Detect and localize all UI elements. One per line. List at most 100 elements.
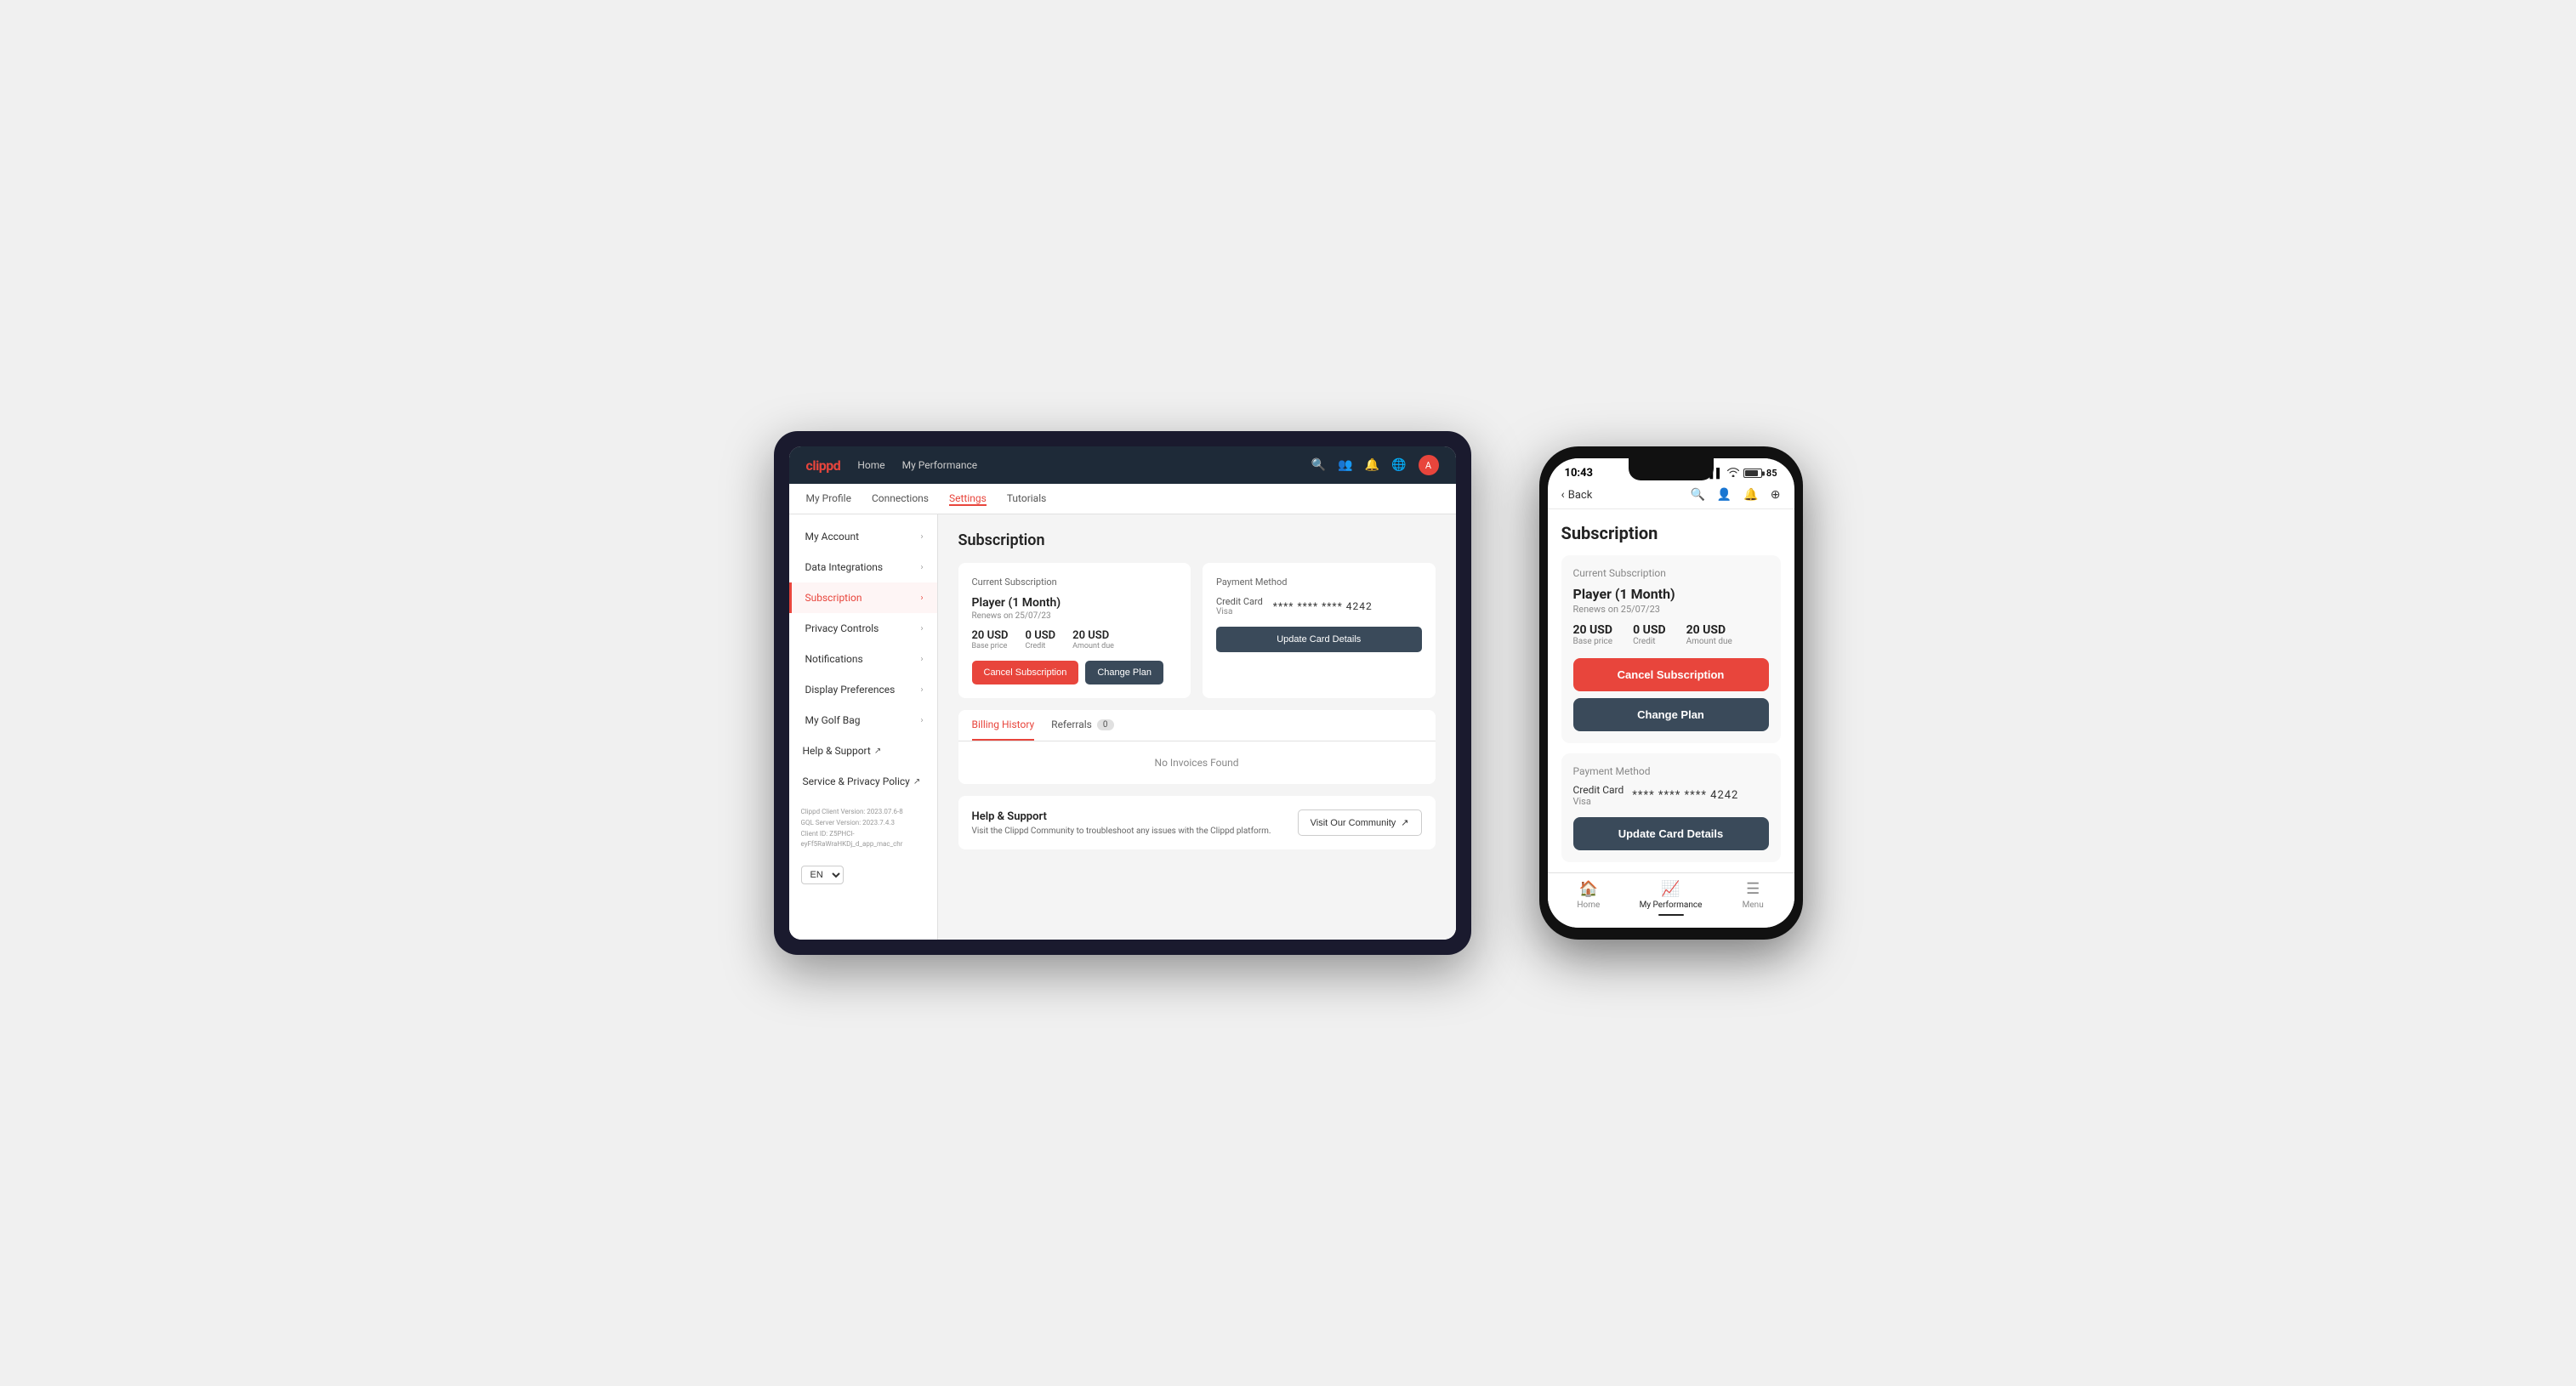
amount-due: 20 USD Amount due bbox=[1072, 629, 1114, 650]
cc-details: Credit Card Visa bbox=[1216, 596, 1263, 616]
update-card-button[interactable]: Update Card Details bbox=[1216, 627, 1422, 652]
chevron-icon: › bbox=[920, 563, 923, 572]
tablet-nav-icons: 🔍 👥 🔔 🌐 A bbox=[1311, 455, 1439, 475]
phone-cancel-subscription-button[interactable]: Cancel Subscription bbox=[1573, 658, 1769, 691]
phone-plan-renews: Renews on 25/07/23 bbox=[1573, 604, 1769, 615]
home-icon: 🏠 bbox=[1579, 880, 1598, 898]
phone-nav-menu[interactable]: ☰ Menu bbox=[1712, 880, 1794, 916]
chevron-icon: › bbox=[920, 685, 923, 695]
phone-update-card-button[interactable]: Update Card Details bbox=[1573, 817, 1769, 850]
sidebar-item-display-preferences[interactable]: Display Preferences › bbox=[789, 674, 937, 705]
wifi-icon bbox=[1727, 468, 1739, 480]
phone-cc-number: **** **** **** 4242 bbox=[1632, 789, 1738, 802]
battery-label: 85 bbox=[1766, 468, 1777, 479]
phone-top-icons: 🔍 👤 🔔 ⊕ bbox=[1690, 488, 1780, 502]
sidebar-item-privacy-controls[interactable]: Privacy Controls › bbox=[789, 613, 937, 644]
search-icon[interactable]: 🔍 bbox=[1311, 458, 1326, 472]
performance-icon: 📈 bbox=[1661, 880, 1680, 898]
billing-section: Billing History Referrals 0 No Invoices … bbox=[958, 710, 1436, 784]
tab-tutorials[interactable]: Tutorials bbox=[1007, 492, 1047, 506]
sidebar-footer: Clippd Client Version: 2023.07.6-8 GQL S… bbox=[789, 797, 937, 861]
referrals-badge: 0 bbox=[1097, 719, 1114, 730]
change-plan-button[interactable]: Change Plan bbox=[1085, 661, 1163, 684]
battery-icon bbox=[1743, 469, 1762, 478]
tablet-nav-links: Home My Performance bbox=[857, 459, 1294, 471]
payment-method-label: Payment Method bbox=[1216, 577, 1422, 588]
chevron-icon: › bbox=[920, 716, 923, 725]
billing-tabs: Billing History Referrals 0 bbox=[958, 710, 1436, 741]
tab-settings[interactable]: Settings bbox=[949, 492, 987, 506]
phone-change-plan-button[interactable]: Change Plan bbox=[1573, 698, 1769, 731]
language-select[interactable]: EN bbox=[801, 866, 844, 884]
user-avatar[interactable]: A bbox=[1419, 455, 1439, 475]
status-icons: ▌▌▌ 85 bbox=[1703, 468, 1777, 480]
menu-icon: ☰ bbox=[1746, 880, 1760, 898]
status-time: 10:43 bbox=[1565, 467, 1594, 480]
active-indicator bbox=[1658, 914, 1684, 916]
person-icon[interactable]: 👤 bbox=[1717, 488, 1732, 502]
sidebar-item-notifications[interactable]: Notifications › bbox=[789, 644, 937, 674]
base-price: 20 USD Base price bbox=[972, 629, 1009, 650]
external-link-icon: ↗ bbox=[913, 777, 920, 787]
logo: clippd bbox=[806, 457, 841, 474]
search-icon[interactable]: 🔍 bbox=[1690, 488, 1704, 502]
sidebar-item-data-integrations[interactable]: Data Integrations › bbox=[789, 552, 937, 582]
phone-bottom-nav: 🏠 Home 📈 My Performance ☰ Menu bbox=[1548, 872, 1794, 928]
cc-number: **** **** **** 4242 bbox=[1273, 600, 1373, 612]
tab-connections[interactable]: Connections bbox=[872, 492, 929, 506]
phone-plan-prices: 20 USD Base price 0 USD Credit 20 USD Am… bbox=[1573, 623, 1769, 646]
tablet-content: My Account › Data Integrations › Subscri… bbox=[789, 514, 1456, 940]
phone-base-price: 20 USD Base price bbox=[1573, 623, 1613, 646]
phone-nav-home[interactable]: 🏠 Home bbox=[1548, 880, 1630, 916]
help-section: Help & Support Visit the Clippd Communit… bbox=[958, 796, 1436, 849]
tab-referrals[interactable]: Referrals 0 bbox=[1051, 710, 1113, 741]
tab-billing-history[interactable]: Billing History bbox=[972, 710, 1035, 741]
billing-empty-message: No Invoices Found bbox=[958, 741, 1436, 784]
chevron-icon: › bbox=[920, 624, 923, 633]
phone-payment-info: Credit Card Visa **** **** **** 4242 bbox=[1573, 784, 1769, 807]
visit-community-button[interactable]: Visit Our Community ↗ bbox=[1298, 809, 1422, 836]
current-subscription-card: Current Subscription Player (1 Month) Re… bbox=[958, 563, 1191, 698]
sidebar-item-my-account[interactable]: My Account › bbox=[789, 521, 937, 552]
phone-plan-name: Player (1 Month) bbox=[1573, 586, 1769, 602]
phone-credit: 0 USD Credit bbox=[1633, 623, 1665, 646]
phone-nav-performance[interactable]: 📈 My Performance bbox=[1629, 880, 1712, 916]
cancel-subscription-button[interactable]: Cancel Subscription bbox=[972, 661, 1079, 684]
phone-content: Subscription Current Subscription Player… bbox=[1548, 509, 1794, 872]
phone-notch bbox=[1629, 458, 1714, 480]
chevron-icon: › bbox=[920, 594, 923, 603]
phone-current-sub-label: Current Subscription bbox=[1573, 567, 1769, 579]
globe-icon[interactable]: 🌐 bbox=[1391, 458, 1406, 472]
plus-icon[interactable]: ⊕ bbox=[1771, 488, 1781, 502]
help-content: Help & Support Visit the Clippd Communit… bbox=[972, 810, 1271, 836]
plan-name: Player (1 Month) bbox=[972, 596, 1178, 610]
subscription-actions: Cancel Subscription Change Plan bbox=[972, 661, 1178, 684]
subscription-cards-row: Current Subscription Player (1 Month) Re… bbox=[958, 563, 1436, 698]
sidebar-item-my-golf-bag[interactable]: My Golf Bag › bbox=[789, 705, 937, 736]
tablet-device: clippd Home My Performance 🔍 👥 🔔 🌐 A My … bbox=[774, 431, 1471, 955]
sidebar-link-help-support[interactable]: Help & Support ↗ bbox=[789, 736, 937, 766]
phone-cc-info: Credit Card Visa bbox=[1573, 784, 1624, 807]
sidebar-link-privacy-policy[interactable]: Service & Privacy Policy ↗ bbox=[789, 766, 937, 797]
users-icon[interactable]: 👥 bbox=[1338, 458, 1352, 472]
bell-icon[interactable]: 🔔 bbox=[1365, 458, 1379, 472]
phone-topbar: ‹ Back 🔍 👤 🔔 ⊕ bbox=[1548, 483, 1794, 509]
external-link-icon: ↗ bbox=[874, 747, 881, 756]
phone-payment-label: Payment Method bbox=[1573, 765, 1769, 777]
phone-screen: 10:43 ▌▌▌ 85 ‹ Back bbox=[1548, 458, 1794, 928]
sidebar-item-subscription[interactable]: Subscription › bbox=[789, 582, 937, 613]
chevron-icon: › bbox=[920, 532, 923, 542]
phone-page-title: Subscription bbox=[1561, 523, 1781, 543]
nav-link-home[interactable]: Home bbox=[857, 459, 884, 471]
plan-prices: 20 USD Base price 0 USD Credit 20 USD Am… bbox=[972, 629, 1178, 650]
nav-link-performance[interactable]: My Performance bbox=[902, 459, 978, 471]
tab-my-profile[interactable]: My Profile bbox=[806, 492, 851, 506]
back-button[interactable]: ‹ Back bbox=[1561, 488, 1593, 502]
tablet-main: Subscription Current Subscription Player… bbox=[938, 514, 1456, 940]
phone-current-subscription-card: Current Subscription Player (1 Month) Re… bbox=[1561, 555, 1781, 743]
bell-icon[interactable]: 🔔 bbox=[1743, 488, 1758, 502]
help-description: Visit the Clippd Community to troublesho… bbox=[972, 826, 1271, 836]
external-link-icon: ↗ bbox=[1401, 817, 1408, 828]
chevron-icon: › bbox=[920, 655, 923, 664]
phone-payment-method-card: Payment Method Credit Card Visa **** ***… bbox=[1561, 753, 1781, 862]
